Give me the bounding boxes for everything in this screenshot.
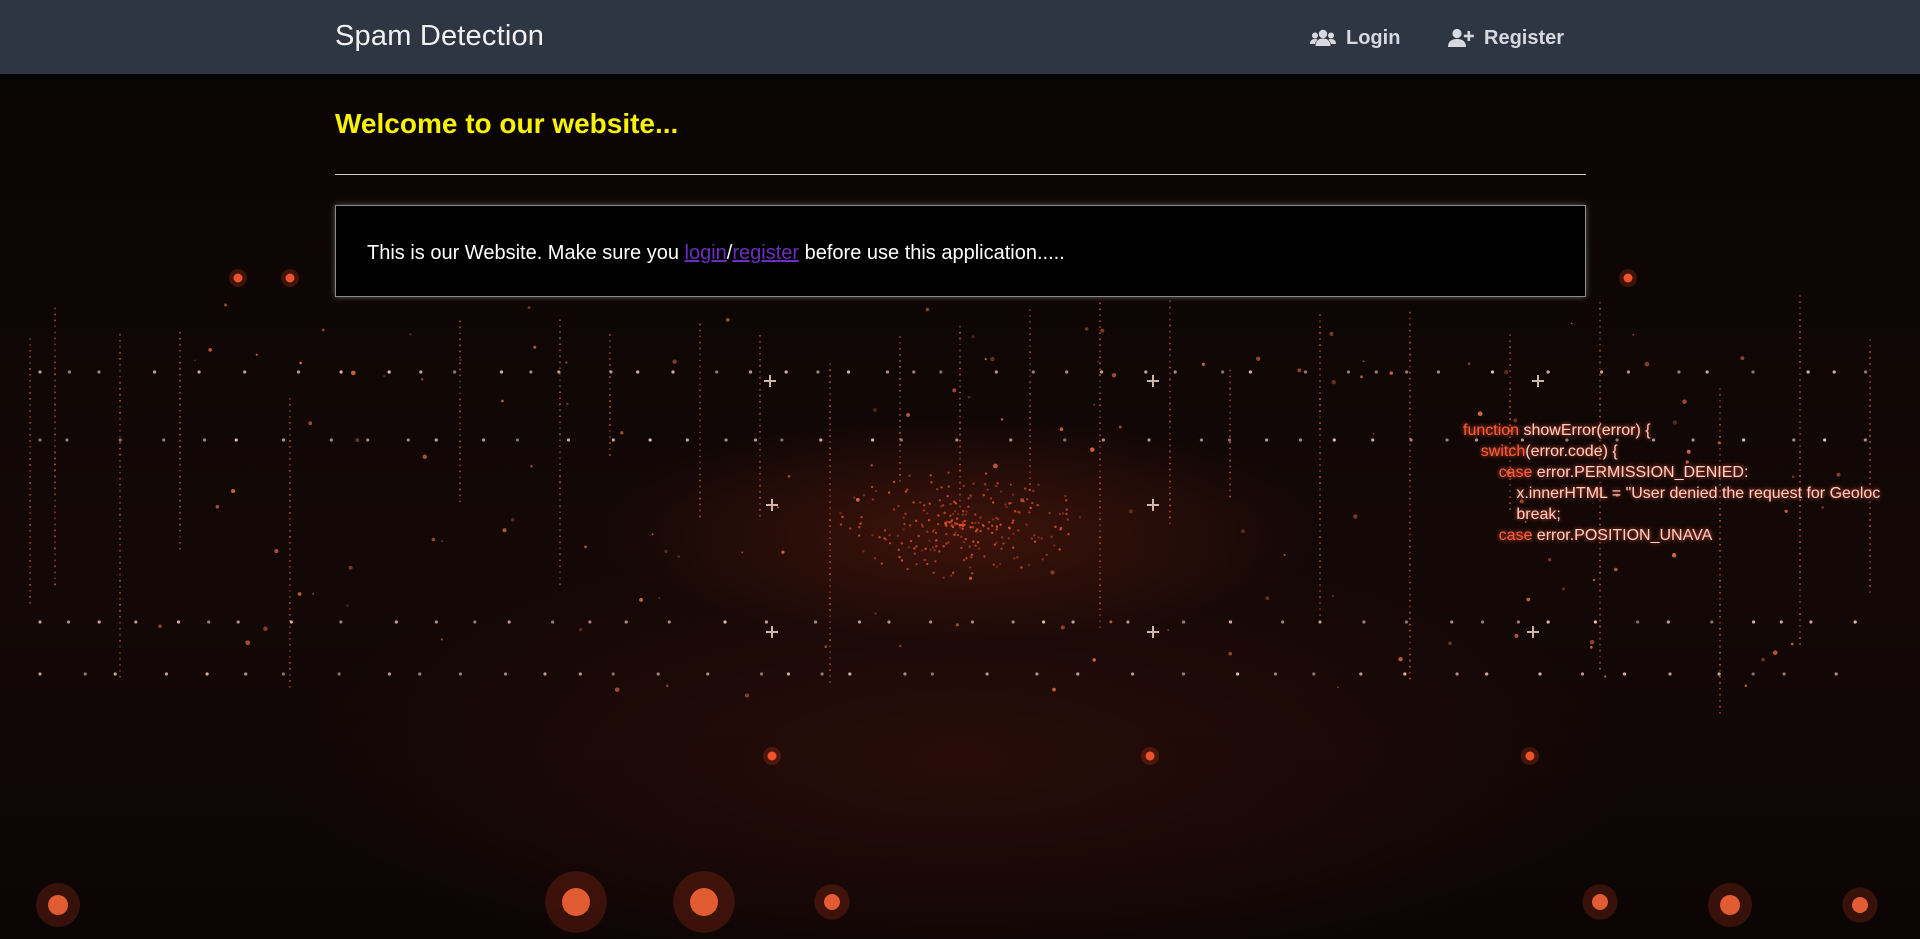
- background-code-line: x.innerHTML = "User denied the request f…: [1463, 483, 1880, 504]
- login-link[interactable]: login: [685, 242, 727, 264]
- welcome-heading: Welcome to our website...: [335, 108, 679, 139]
- background-code-rest: (error.code) {: [1525, 443, 1618, 460]
- background-code-rest: break;: [1463, 506, 1561, 523]
- background-code-line: function showError(error) {: [1463, 420, 1880, 441]
- background-code-text: function showError(error) { switch(error…: [1463, 420, 1880, 546]
- background-code-line: switch(error.code) {: [1463, 441, 1880, 462]
- register-nav-link[interactable]: Register: [1448, 26, 1564, 50]
- info-panel: This is our Website. Make sure you login…: [335, 205, 1586, 297]
- brand-logo-text[interactable]: Spam Detection: [335, 20, 544, 53]
- background-code-keyword: switch: [1463, 443, 1526, 460]
- login-nav-label: Login: [1346, 26, 1401, 49]
- users-icon: [1310, 29, 1336, 47]
- register-link[interactable]: register: [732, 242, 799, 264]
- message-prefix: This is our Website. Make sure you: [367, 242, 685, 264]
- login-nav-link[interactable]: Login: [1310, 26, 1400, 50]
- background-code-rest: x.innerHTML = "User denied the request f…: [1463, 485, 1881, 502]
- background-code-keyword: case: [1463, 464, 1533, 481]
- background-code-rest: error.PERMISSION_DENIED:: [1532, 464, 1749, 481]
- background-code-line: break;: [1463, 504, 1880, 525]
- background-code-keyword: case: [1463, 527, 1533, 544]
- navbar: Spam Detection Login Register: [0, 0, 1920, 74]
- message-suffix: before use this application.....: [799, 242, 1065, 264]
- user-plus-icon: [1448, 28, 1474, 48]
- register-nav-label: Register: [1484, 26, 1565, 49]
- background-code-rest: error.POSITION_UNAVA: [1532, 527, 1713, 544]
- background-code-line: case error.POSITION_UNAVA: [1463, 525, 1880, 546]
- background-code-rest: showError(error) {: [1519, 422, 1651, 439]
- background-code-line: case error.PERMISSION_DENIED:: [1463, 462, 1880, 483]
- background-code-keyword: function: [1463, 422, 1520, 439]
- divider: [335, 174, 1586, 175]
- info-message: This is our Website. Make sure you login…: [367, 242, 1065, 265]
